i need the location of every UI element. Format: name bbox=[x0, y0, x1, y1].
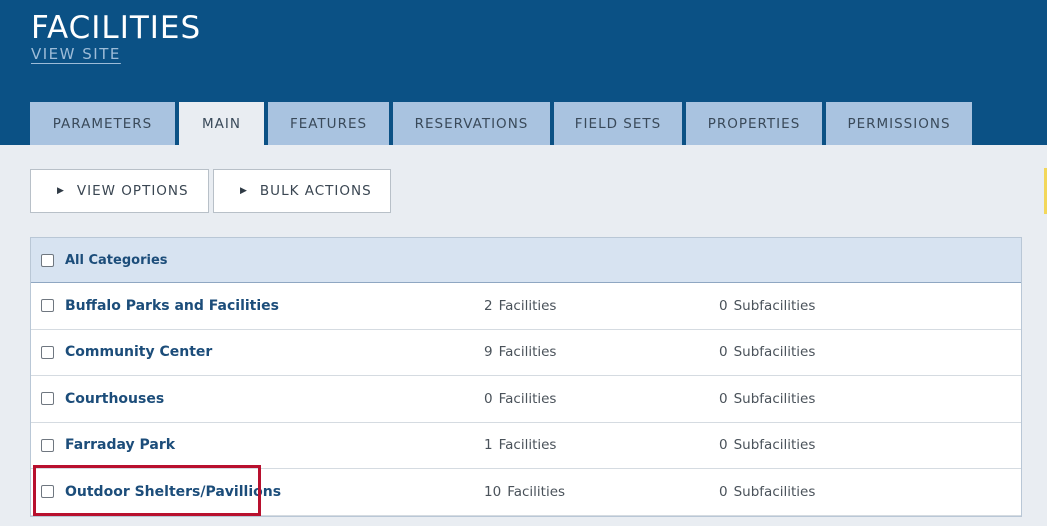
tab-features[interactable]: FEATURES bbox=[268, 102, 389, 145]
table-row: Courthouses 0 Facilities 0 Subfacilities bbox=[31, 376, 1021, 423]
table-header: All Categories bbox=[31, 238, 1021, 283]
view-site-link[interactable]: VIEW SITE bbox=[31, 45, 121, 63]
facilities-count: 10 Facilities bbox=[484, 483, 566, 500]
table-row: Community Center 9 Facilities 0 Subfacilit… bbox=[31, 330, 1021, 376]
category-link[interactable]: Outdoor Shelters/Pavillions bbox=[65, 484, 281, 500]
tab-bar: PARAMETERS MAIN FEATURES RESERVATIONS FI… bbox=[30, 102, 972, 145]
tab-reservations[interactable]: RESERVATIONS bbox=[393, 102, 550, 145]
categories-table: All Categories Buffalo Parks and Facilit… bbox=[30, 237, 1022, 517]
category-link[interactable]: Buffalo Parks and Facilities bbox=[65, 298, 279, 314]
expand-triangle-icon: ▶ bbox=[240, 186, 248, 196]
select-all-checkbox[interactable] bbox=[41, 253, 54, 267]
subfacilities-count: 0 Subfacilities bbox=[719, 344, 816, 361]
subfacilities-count: 0 Subfacilities bbox=[719, 483, 816, 500]
table-row: Buffalo Parks and Facilities 2 Facilities… bbox=[31, 283, 1021, 330]
tab-properties[interactable]: PROPERTIES bbox=[686, 102, 822, 145]
tab-parameters[interactable]: PARAMETERS bbox=[30, 102, 175, 145]
category-link[interactable]: Courthouses bbox=[65, 391, 164, 407]
view-options-label: VIEW OPTIONS bbox=[76, 183, 189, 199]
row-checkbox[interactable] bbox=[41, 438, 54, 452]
bulk-actions-label: BULK ACTIONS bbox=[259, 183, 372, 199]
tab-field-sets[interactable]: FIELD SETS bbox=[554, 102, 682, 145]
row-checkbox[interactable] bbox=[41, 392, 54, 406]
tab-permissions[interactable]: PERMISSIONS bbox=[826, 102, 972, 145]
facilities-count: 0 Facilities bbox=[484, 390, 557, 407]
all-categories-label: All Categories bbox=[65, 252, 168, 268]
row-checkbox[interactable] bbox=[41, 345, 54, 359]
view-options-button[interactable]: ▶ VIEW OPTIONS bbox=[30, 169, 209, 213]
page-header: FACILITIES VIEW SITE PARAMETERS MAIN FEA… bbox=[0, 0, 1047, 145]
bulk-actions-button[interactable]: ▶ BULK ACTIONS bbox=[213, 169, 391, 213]
tab-main[interactable]: MAIN bbox=[179, 102, 264, 145]
subfacilities-count: 0 Subfacilities bbox=[719, 297, 816, 314]
facilities-count: 2 Facilities bbox=[484, 297, 557, 314]
category-link[interactable]: Farraday Park bbox=[65, 437, 175, 453]
table-row: Farraday Park 1 Facilities 0 Subfacilities bbox=[31, 423, 1021, 469]
subfacilities-count: 0 Subfacilities bbox=[719, 390, 816, 407]
page-title: FACILITIES bbox=[31, 10, 202, 46]
row-checkbox[interactable] bbox=[41, 485, 54, 499]
expand-triangle-icon: ▶ bbox=[57, 186, 65, 196]
subfacilities-count: 0 Subfacilities bbox=[719, 437, 816, 454]
category-link[interactable]: Community Center bbox=[65, 344, 212, 360]
table-row: Outdoor Shelters/Pavillions 10 Facilities… bbox=[31, 469, 1021, 516]
facilities-count: 1 Facilities bbox=[484, 437, 557, 454]
row-checkbox[interactable] bbox=[41, 299, 54, 313]
facilities-count: 9 Facilities bbox=[484, 344, 557, 361]
